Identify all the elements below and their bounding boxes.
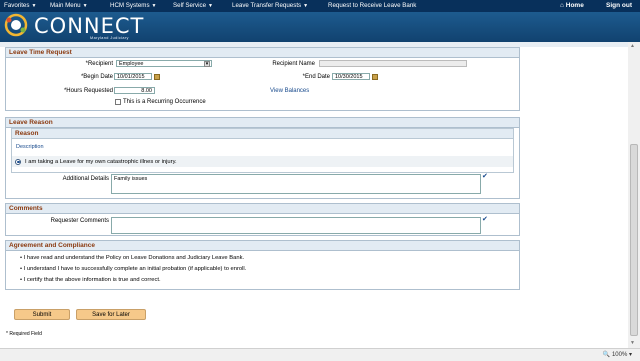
spellcheck-icon[interactable]: ✔ xyxy=(482,173,489,180)
recipient-name-field xyxy=(319,60,467,67)
required-field-note: * Required Field xyxy=(6,331,42,337)
requester-comments-label: Requester Comments xyxy=(50,218,109,224)
requester-comments-textarea[interactable] xyxy=(111,217,481,234)
recipient-label: *Recipient xyxy=(85,61,113,67)
section-title: Leave Reason xyxy=(6,118,519,128)
reason-option-label: I am taking a Leave for my own catastrop… xyxy=(25,158,177,165)
nav-main-menu-label: Main Menu xyxy=(50,2,81,9)
end-date-input[interactable]: 10/30/2015 xyxy=(332,73,370,80)
end-date-value: 10/30/2015 xyxy=(335,74,363,80)
hours-requested-label: *Hours Requested xyxy=(63,88,113,94)
home-label: Home xyxy=(565,2,584,9)
begin-date-input[interactable]: 10/01/2015 xyxy=(114,73,152,80)
reason-grid: Reason Description I am taking a Leave f… xyxy=(11,128,514,173)
submit-button[interactable]: Submit xyxy=(14,309,70,320)
leave-time-section: Leave Time Request *Recipient Employee ▾… xyxy=(5,47,520,111)
home-link[interactable]: ⌂ Home xyxy=(560,2,584,9)
additional-details-textarea[interactable]: Family issues xyxy=(111,174,481,194)
scroll-down-icon[interactable]: ▼ xyxy=(630,340,635,346)
reason-radio[interactable] xyxy=(15,158,21,165)
hours-requested-value: 8.00 xyxy=(141,88,152,94)
judiciary-logo-icon xyxy=(4,13,28,37)
vertical-scrollbar[interactable]: ▲ ▼ xyxy=(628,42,640,348)
begin-date-value: 10/01/2015 xyxy=(117,74,145,80)
chevron-down-icon: ▾ xyxy=(628,352,632,358)
recurring-checkbox[interactable] xyxy=(115,99,121,105)
agreement-text: I have read and understand the Policy on… xyxy=(23,255,245,261)
nav-leave-transfer-label: Leave Transfer Requests xyxy=(232,2,302,9)
nav-main-menu[interactable]: Main Menu ▼ xyxy=(50,2,88,9)
agreement-item: • I certify that the above information i… xyxy=(20,277,161,283)
chevron-down-icon: ▼ xyxy=(303,3,309,9)
brand-subtitle: Maryland Judiciary xyxy=(90,36,129,40)
nav-leave-transfer[interactable]: Leave Transfer Requests ▼ xyxy=(232,2,308,9)
section-title: Agreement and Compliance xyxy=(6,241,519,251)
hours-requested-input[interactable]: 8.00 xyxy=(114,87,155,94)
brand-name: CONNECT xyxy=(34,14,145,38)
scroll-up-icon[interactable]: ▲ xyxy=(630,43,635,49)
signout-link[interactable]: Sign out xyxy=(606,2,632,9)
nav-self-service-label: Self Service xyxy=(173,2,207,9)
agreement-text: I certify that the above information is … xyxy=(23,277,161,283)
agreement-section: Agreement and Compliance • I have read a… xyxy=(5,240,520,290)
reason-subtitle: Reason xyxy=(12,129,513,139)
view-balances-link[interactable]: View Balances xyxy=(270,88,309,94)
end-date-label: *End Date xyxy=(302,74,330,80)
nav-request-leave-bank[interactable]: Request to Receive Leave Bank xyxy=(328,2,416,9)
recipient-name-label: Recipient Name xyxy=(272,61,315,67)
calendar-icon[interactable] xyxy=(154,73,160,80)
nav-favorites[interactable]: Favorites ▼ xyxy=(4,2,36,9)
zoom-icon: 🔍 xyxy=(602,352,611,358)
recipient-select[interactable]: Employee xyxy=(116,60,212,67)
nav-hcm-label: HCM Systems xyxy=(110,2,150,9)
bullet-icon: • xyxy=(20,255,23,261)
home-icon: ⌂ xyxy=(560,2,564,9)
nav-hcm-systems[interactable]: HCM Systems ▼ xyxy=(110,2,157,9)
scroll-thumb[interactable] xyxy=(630,144,638,336)
comments-section: Comments Requester Comments ✔ xyxy=(5,203,520,236)
recipient-select-value: Employee xyxy=(119,61,144,67)
spellcheck-icon[interactable]: ✔ xyxy=(482,216,489,223)
chevron-down-icon: ▼ xyxy=(31,3,37,9)
browser-status-bar: 🔍 100% ▾ xyxy=(0,348,640,361)
additional-details-value: Family issues xyxy=(114,176,148,182)
radio-selected-dot xyxy=(17,160,20,164)
begin-date-label: *Begin Date xyxy=(80,74,113,80)
agreement-text: I understand I have to successfully comp… xyxy=(23,266,247,272)
agreement-item: • I have read and understand the Policy … xyxy=(20,255,244,261)
chevron-down-icon: ▼ xyxy=(82,3,88,9)
agreement-item: • I understand I have to successfully co… xyxy=(20,266,246,272)
chevron-down-icon: ▼ xyxy=(151,3,157,9)
save-for-later-button[interactable]: Save for Later xyxy=(76,309,146,320)
reason-row: I am taking a Leave for my own catastrop… xyxy=(12,156,513,167)
bullet-icon: • xyxy=(20,277,23,283)
bullet-icon: • xyxy=(20,266,23,272)
additional-details-label: Additional Details xyxy=(62,176,109,182)
zoom-control[interactable]: 🔍 100% ▾ xyxy=(603,351,632,358)
nav-favorites-label: Favorites xyxy=(4,2,30,9)
zoom-level: 100% xyxy=(611,352,628,358)
top-nav-bar: Favorites ▼ Main Menu ▼ HCM Systems ▼ Self … xyxy=(0,0,640,12)
calendar-icon[interactable] xyxy=(372,73,378,80)
section-title: Comments xyxy=(6,204,519,214)
chevron-down-icon: ▼ xyxy=(208,3,213,9)
section-title: Leave Time Request xyxy=(6,48,519,58)
nav-self-service[interactable]: Self Service ▼ xyxy=(173,2,213,9)
recurring-label: This is a Recurring Occurrence xyxy=(123,99,206,105)
leave-reason-section: Leave Reason Reason Description I am tak… xyxy=(5,117,520,199)
description-column-header: Description xyxy=(16,144,44,150)
